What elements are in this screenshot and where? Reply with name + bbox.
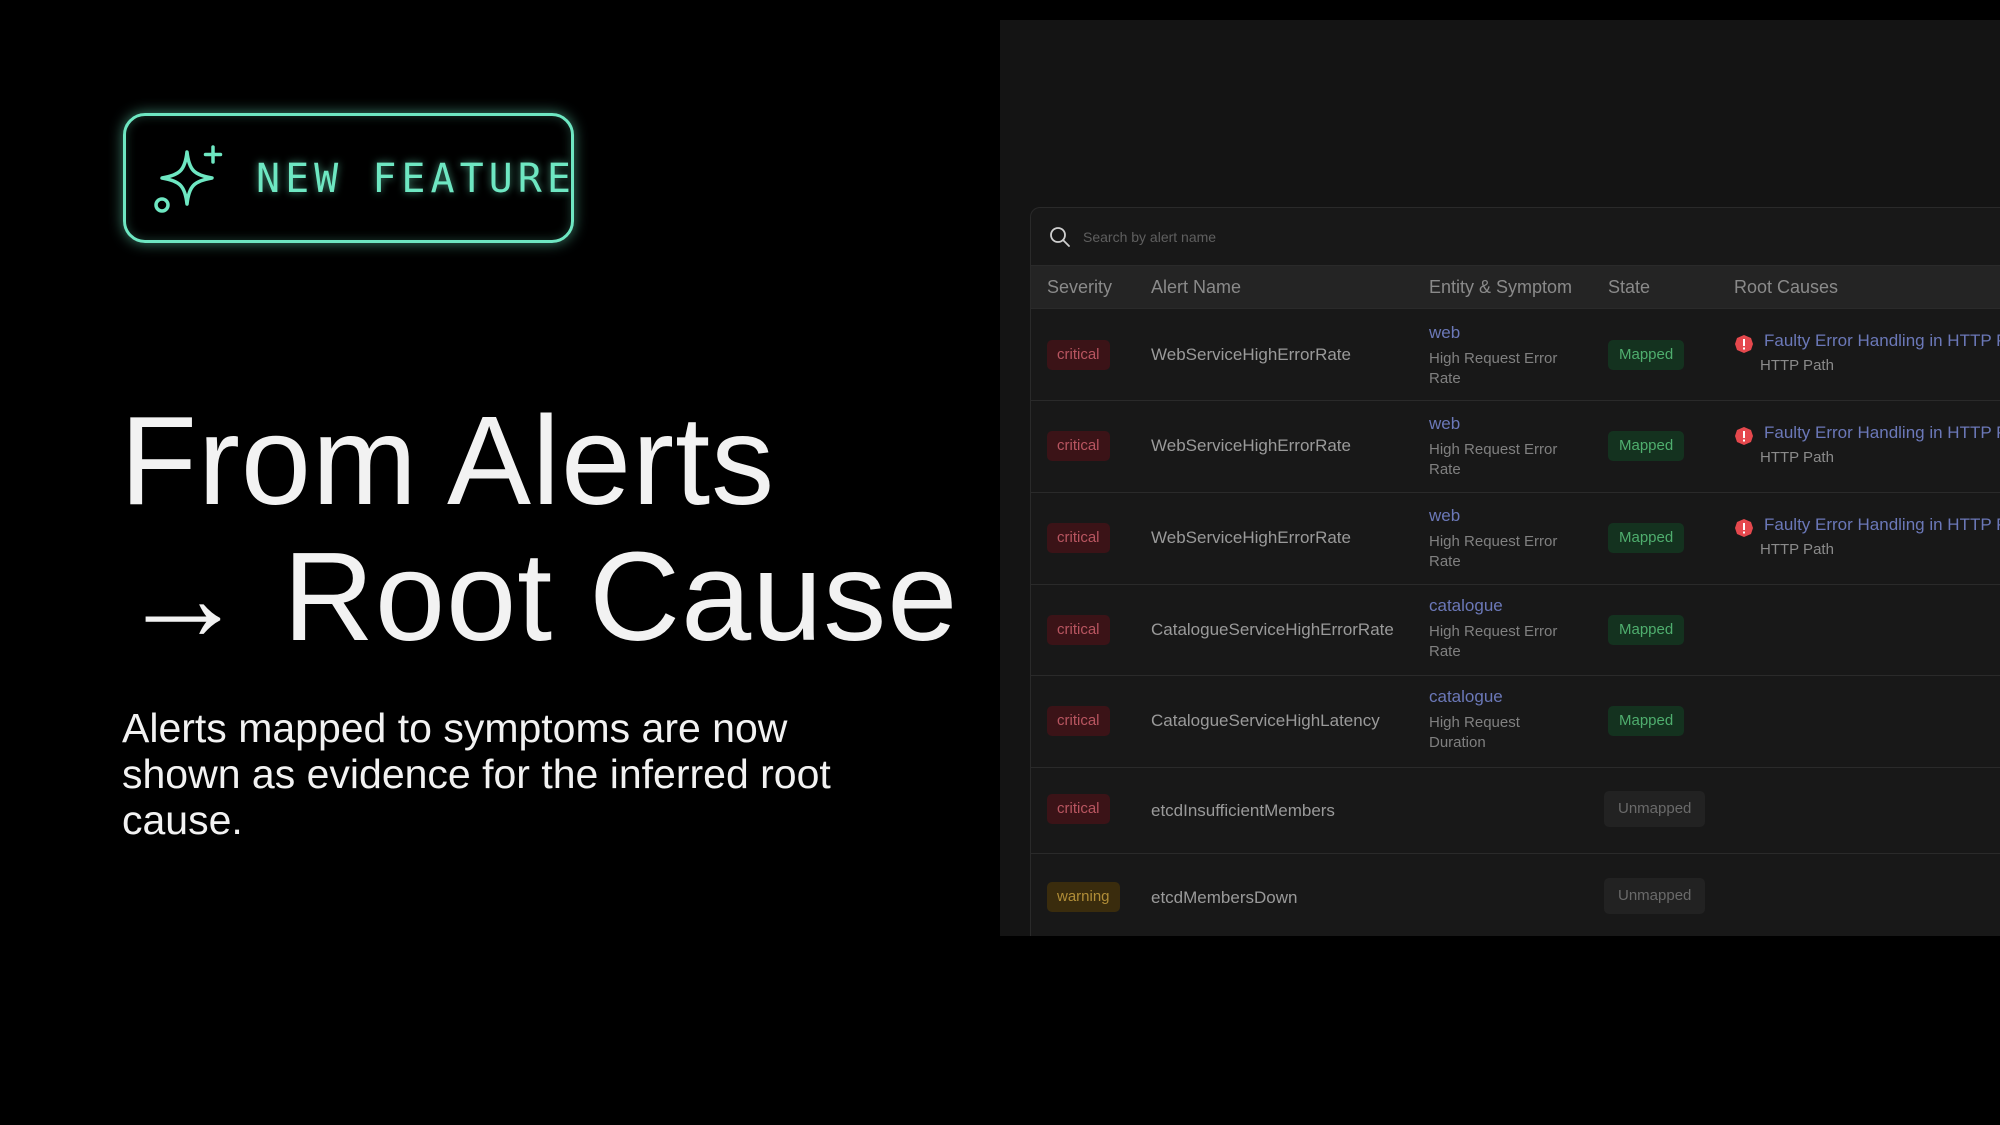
- severity-badge: critical: [1047, 794, 1110, 824]
- sparkles-icon: [154, 145, 223, 213]
- severity-badge: critical: [1047, 431, 1110, 461]
- entity-symptom: catalogue High Request Duration: [1429, 686, 1579, 753]
- symptom-text: High Request Error Rate: [1429, 350, 1558, 387]
- table-header: Severity Alert Name Entity & Symptom Sta…: [1031, 265, 2000, 309]
- root-cause-path: HTTP Path: [1760, 357, 1834, 374]
- alert-name[interactable]: CatalogueServiceHighErrorRate: [1151, 620, 1394, 640]
- symptom-text: High Request Error Rate: [1429, 623, 1558, 660]
- root-cause-link[interactable]: Faulty Error Handling in HTTP P: [1764, 423, 2000, 443]
- new-feature-badge: NEW FEATURE: [123, 113, 574, 243]
- alert-name[interactable]: etcdMembersDown: [1151, 888, 1297, 908]
- entity-symptom: web High Request Error Rate: [1429, 322, 1579, 389]
- table-row[interactable]: critical CatalogueServiceHighErrorRate c…: [1031, 585, 2000, 676]
- symptom-text: High Request Error Rate: [1429, 441, 1558, 478]
- column-header-severity[interactable]: Severity: [1047, 277, 1112, 298]
- severity-badge: critical: [1047, 615, 1110, 645]
- alert-name[interactable]: etcdInsufficientMembers: [1151, 801, 1335, 821]
- page-headline: From Alerts → Root Cause: [120, 393, 1000, 665]
- root-cause-path: HTTP Path: [1760, 541, 1834, 558]
- column-header-state[interactable]: State: [1608, 277, 1650, 298]
- entity-symptom: web High Request Error Rate: [1429, 413, 1579, 480]
- badge-label: NEW FEATURE: [256, 156, 576, 202]
- column-header-root-causes[interactable]: Root Causes: [1734, 277, 1838, 298]
- feature-description: Alerts mapped to symptoms are now shown …: [122, 705, 831, 843]
- entity-link[interactable]: catalogue: [1429, 595, 1579, 617]
- entity-link[interactable]: web: [1429, 413, 1579, 435]
- column-header-entity-symptom[interactable]: Entity & Symptom: [1429, 277, 1572, 298]
- column-header-alert-name[interactable]: Alert Name: [1151, 277, 1241, 298]
- entity-link[interactable]: web: [1429, 322, 1579, 344]
- alert-name[interactable]: WebServiceHighErrorRate: [1151, 528, 1351, 548]
- headline-line-2: → Root Cause: [120, 526, 959, 667]
- state-badge: Unmapped: [1604, 878, 1706, 914]
- state-badge: Mapped: [1608, 706, 1685, 736]
- table-row[interactable]: critical etcdInsufficientMembers Unmappe…: [1031, 768, 2000, 854]
- entity-link[interactable]: catalogue: [1429, 686, 1579, 708]
- severity-badge: critical: [1047, 340, 1110, 370]
- state-badge: Unmapped: [1604, 791, 1706, 827]
- alert-name[interactable]: CatalogueServiceHighLatency: [1151, 711, 1380, 731]
- symptom-text: High Request Duration: [1429, 714, 1520, 751]
- entity-link[interactable]: web: [1429, 505, 1579, 527]
- state-badge: Mapped: [1608, 340, 1685, 370]
- table-row[interactable]: critical WebServiceHighErrorRate web Hig…: [1031, 310, 2000, 401]
- alerts-table: Severity Alert Name Entity & Symptom Sta…: [1030, 207, 2000, 936]
- alert-circle-icon: [1735, 427, 1753, 445]
- symptom-text: High Request Error Rate: [1429, 533, 1558, 570]
- table-row[interactable]: critical WebServiceHighErrorRate web Hig…: [1031, 401, 2000, 493]
- root-cause-link[interactable]: Faulty Error Handling in HTTP P: [1764, 515, 2000, 535]
- state-badge: Mapped: [1608, 523, 1685, 553]
- entity-symptom: catalogue High Request Error Rate: [1429, 595, 1579, 662]
- table-row[interactable]: critical WebServiceHighErrorRate web Hig…: [1031, 493, 2000, 585]
- entity-symptom: web High Request Error Rate: [1429, 505, 1579, 572]
- search-input[interactable]: [1083, 224, 1483, 250]
- severity-badge: critical: [1047, 706, 1110, 736]
- state-badge: Mapped: [1608, 615, 1685, 645]
- alert-name[interactable]: WebServiceHighErrorRate: [1151, 436, 1351, 456]
- severity-badge: critical: [1047, 523, 1110, 553]
- alert-name[interactable]: WebServiceHighErrorRate: [1151, 345, 1351, 365]
- search-bar: [1031, 208, 2000, 264]
- severity-badge: warning: [1047, 882, 1120, 912]
- search-icon: [1050, 227, 1070, 247]
- alert-circle-icon: [1735, 335, 1753, 353]
- root-cause-link[interactable]: Faulty Error Handling in HTTP P: [1764, 331, 2000, 351]
- table-row[interactable]: critical CatalogueServiceHighLatency cat…: [1031, 676, 2000, 768]
- root-cause-path: HTTP Path: [1760, 449, 1834, 466]
- alert-circle-icon: [1735, 519, 1753, 537]
- table-row[interactable]: warning etcdMembersDown Unmapped: [1031, 854, 2000, 936]
- state-badge: Mapped: [1608, 431, 1685, 461]
- headline-line-1: From Alerts: [120, 390, 776, 531]
